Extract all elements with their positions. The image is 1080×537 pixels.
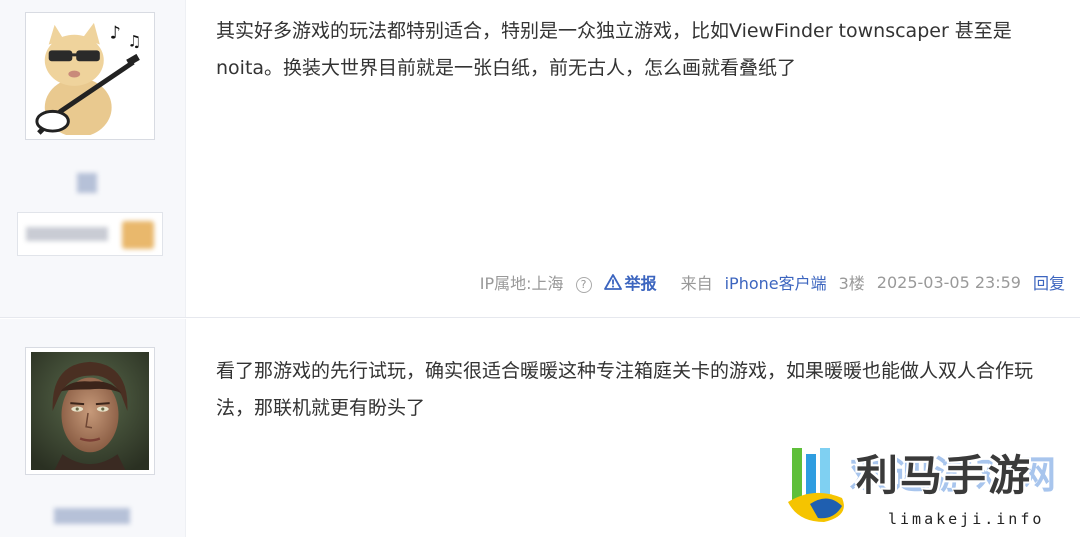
- author-sidebar: ♪ ♫: [0, 0, 186, 317]
- username-blurred[interactable]: [77, 173, 97, 193]
- report-link[interactable]: 举报: [603, 270, 657, 294]
- source-link[interactable]: iPhone客户端: [725, 274, 827, 293]
- username-blurred[interactable]: [54, 508, 130, 524]
- post-source: 来自 iPhone客户端: [669, 270, 827, 294]
- report-label: 举报: [624, 274, 657, 293]
- ip-location-text: IP属地:上海: [479, 274, 564, 293]
- badge-title-blurred: [26, 227, 108, 241]
- source-prefix: 来自: [680, 274, 713, 293]
- floor-number: 3楼: [838, 274, 865, 293]
- svg-text:♫: ♫: [127, 32, 141, 51]
- cat-with-guitar-avatar: ♪ ♫: [31, 17, 149, 135]
- painted-portrait-avatar: [31, 352, 149, 470]
- post-content: 其实好多游戏的玩法都特别适合，特别是一众独立游戏，比如ViewFinder to…: [216, 20, 1012, 79]
- author-sidebar: [0, 319, 186, 537]
- avatar[interactable]: [25, 347, 155, 475]
- member-badge[interactable]: [17, 212, 163, 256]
- warning-icon: [603, 274, 622, 290]
- post-content: 看了那游戏的先行试玩，确实很适合暖暖这种专注箱庭关卡的游戏，如果暖暖也能做人双人…: [216, 360, 1034, 419]
- reply-post-3: ♪ ♫ 其实好多游戏的玩法都特别适合，特别是一众独立游戏，比如ViewFinde…: [0, 0, 1080, 318]
- question-circle-icon[interactable]: ?: [575, 276, 592, 293]
- avatar[interactable]: ♪ ♫: [25, 12, 155, 140]
- post-meta: IP属地:上海? 举报 来自 iPhone客户端 3楼 2025-03-05 23…: [468, 270, 1065, 294]
- ip-location: IP属地:上海?: [468, 270, 592, 294]
- site-watermark: 欢迎游戏网 利马手游 limakeji.info: [776, 428, 1080, 537]
- post-time: 2025-03-05 23:59: [876, 272, 1021, 292]
- watermark-title: 利马手游: [856, 451, 1033, 500]
- site-logo-icon: [788, 448, 844, 522]
- reply-button[interactable]: 回复: [1033, 270, 1065, 294]
- badge-level-blurred: [122, 221, 154, 249]
- svg-text:♪: ♪: [110, 24, 121, 44]
- watermark-url: limakeji.info: [888, 510, 1045, 528]
